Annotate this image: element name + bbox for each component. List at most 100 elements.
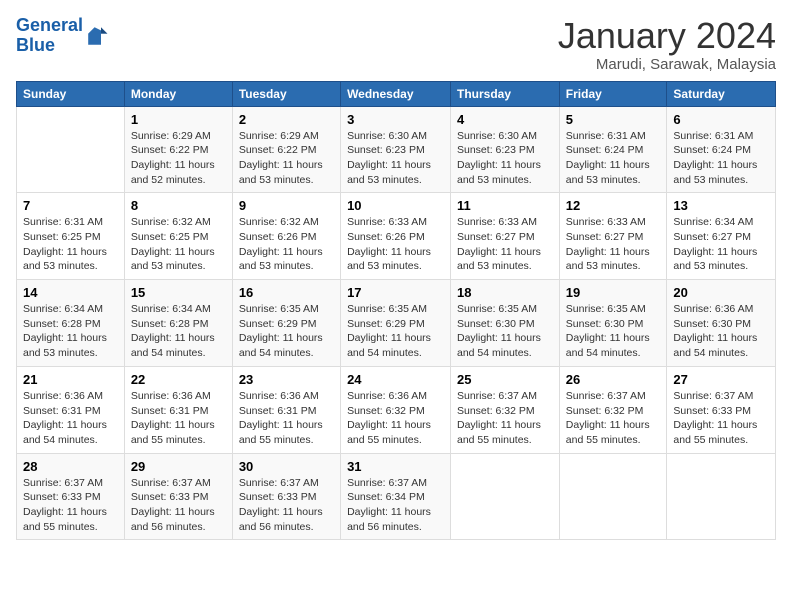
day-number: 12	[566, 198, 661, 213]
cell-info: Sunrise: 6:36 AM Sunset: 6:31 PM Dayligh…	[23, 389, 118, 448]
day-number: 8	[131, 198, 226, 213]
cell-info: Sunrise: 6:37 AM Sunset: 6:33 PM Dayligh…	[131, 476, 226, 535]
calendar-cell: 25Sunrise: 6:37 AM Sunset: 6:32 PM Dayli…	[451, 366, 560, 453]
weekday-header-row: SundayMondayTuesdayWednesdayThursdayFrid…	[17, 81, 776, 106]
cell-info: Sunrise: 6:30 AM Sunset: 6:23 PM Dayligh…	[457, 129, 553, 188]
day-number: 27	[673, 372, 769, 387]
calendar-cell	[17, 106, 125, 193]
logo-text: GeneralBlue	[16, 16, 83, 56]
calendar-week-row: 1Sunrise: 6:29 AM Sunset: 6:22 PM Daylig…	[17, 106, 776, 193]
day-number: 10	[347, 198, 444, 213]
calendar-cell: 26 Sunrise: 6:37 AM Sunset: 6:32 PM Dayli…	[559, 366, 667, 453]
calendar-cell	[559, 453, 667, 540]
cell-info: Sunrise: 6:34 AM Sunset: 6:28 PM Dayligh…	[131, 302, 226, 361]
day-number: 31	[347, 459, 444, 474]
day-number: 5	[566, 112, 661, 127]
day-number: 25	[457, 372, 553, 387]
cell-info: Sunrise: 6:29 AM Sunset: 6:22 PM Dayligh…	[239, 129, 334, 188]
calendar-cell: 4 Sunrise: 6:30 AM Sunset: 6:23 PM Daylig…	[451, 106, 560, 193]
calendar-cell: 15Sunrise: 6:34 AM Sunset: 6:28 PM Dayli…	[124, 280, 232, 367]
day-number: 4	[457, 112, 553, 127]
calendar-cell: 1Sunrise: 6:29 AM Sunset: 6:22 PM Daylig…	[124, 106, 232, 193]
day-number: 30	[239, 459, 334, 474]
day-number: 3	[347, 112, 444, 127]
cell-info: Sunrise: 6:36 AM Sunset: 6:31 PM Dayligh…	[131, 389, 226, 448]
logo-icon	[85, 24, 109, 48]
cell-info: Sunrise: 6:33 AM Sunset: 6:27 PM Dayligh…	[566, 215, 661, 274]
cell-info: Sunrise: 6:29 AM Sunset: 6:22 PM Dayligh…	[131, 129, 226, 188]
cell-info: Sunrise: 6:37 AM Sunset: 6:33 PM Dayligh…	[23, 476, 118, 535]
calendar-cell: 2 Sunrise: 6:29 AM Sunset: 6:22 PM Daylig…	[232, 106, 340, 193]
day-number: 19	[566, 285, 661, 300]
weekday-header: Saturday	[667, 81, 776, 106]
calendar-cell: 9 Sunrise: 6:32 AM Sunset: 6:26 PM Daylig…	[232, 193, 340, 280]
day-number: 11	[457, 198, 553, 213]
cell-info: Sunrise: 6:32 AM Sunset: 6:26 PM Dayligh…	[239, 215, 334, 274]
day-number: 2	[239, 112, 334, 127]
calendar-cell: 17Sunrise: 6:35 AM Sunset: 6:29 PM Dayli…	[341, 280, 451, 367]
cell-info: Sunrise: 6:33 AM Sunset: 6:26 PM Dayligh…	[347, 215, 444, 274]
calendar-week-row: 21 Sunrise: 6:36 AM Sunset: 6:31 PM Dayli…	[17, 366, 776, 453]
calendar-week-row: 28 Sunrise: 6:37 AM Sunset: 6:33 PM Dayli…	[17, 453, 776, 540]
day-number: 13	[673, 198, 769, 213]
calendar-cell: 7 Sunrise: 6:31 AM Sunset: 6:25 PM Daylig…	[17, 193, 125, 280]
calendar-cell: 12 Sunrise: 6:33 AM Sunset: 6:27 PM Dayli…	[559, 193, 667, 280]
cell-info: Sunrise: 6:36 AM Sunset: 6:31 PM Dayligh…	[239, 389, 334, 448]
day-number: 21	[23, 372, 118, 387]
day-number: 7	[23, 198, 118, 213]
cell-info: Sunrise: 6:31 AM Sunset: 6:24 PM Dayligh…	[566, 129, 661, 188]
location-subtitle: Marudi, Sarawak, Malaysia	[558, 56, 776, 73]
calendar-cell: 6 Sunrise: 6:31 AM Sunset: 6:24 PM Daylig…	[667, 106, 776, 193]
cell-info: Sunrise: 6:33 AM Sunset: 6:27 PM Dayligh…	[457, 215, 553, 274]
day-number: 22	[131, 372, 226, 387]
cell-info: Sunrise: 6:31 AM Sunset: 6:24 PM Dayligh…	[673, 129, 769, 188]
day-number: 18	[457, 285, 553, 300]
cell-info: Sunrise: 6:36 AM Sunset: 6:32 PM Dayligh…	[347, 389, 444, 448]
calendar-cell: 18Sunrise: 6:35 AM Sunset: 6:30 PM Dayli…	[451, 280, 560, 367]
calendar-cell: 28 Sunrise: 6:37 AM Sunset: 6:33 PM Dayli…	[17, 453, 125, 540]
calendar-table: SundayMondayTuesdayWednesdayThursdayFrid…	[16, 81, 776, 541]
day-number: 14	[23, 285, 118, 300]
cell-info: Sunrise: 6:34 AM Sunset: 6:28 PM Dayligh…	[23, 302, 118, 361]
page-header: GeneralBlue January 2024 Marudi, Sarawak…	[16, 16, 776, 73]
month-title: January 2024	[558, 16, 776, 56]
day-number: 23	[239, 372, 334, 387]
cell-info: Sunrise: 6:37 AM Sunset: 6:32 PM Dayligh…	[566, 389, 661, 448]
calendar-cell: 29Sunrise: 6:37 AM Sunset: 6:33 PM Dayli…	[124, 453, 232, 540]
cell-info: Sunrise: 6:30 AM Sunset: 6:23 PM Dayligh…	[347, 129, 444, 188]
calendar-cell: 19Sunrise: 6:35 AM Sunset: 6:30 PM Dayli…	[559, 280, 667, 367]
cell-info: Sunrise: 6:36 AM Sunset: 6:30 PM Dayligh…	[673, 302, 769, 361]
calendar-cell: 31Sunrise: 6:37 AM Sunset: 6:34 PM Dayli…	[341, 453, 451, 540]
day-number: 24	[347, 372, 444, 387]
calendar-cell: 13 Sunrise: 6:34 AM Sunset: 6:27 PM Dayli…	[667, 193, 776, 280]
calendar-cell: 20Sunrise: 6:36 AM Sunset: 6:30 PM Dayli…	[667, 280, 776, 367]
cell-info: Sunrise: 6:35 AM Sunset: 6:29 PM Dayligh…	[239, 302, 334, 361]
day-number: 28	[23, 459, 118, 474]
cell-info: Sunrise: 6:34 AM Sunset: 6:27 PM Dayligh…	[673, 215, 769, 274]
weekday-header: Wednesday	[341, 81, 451, 106]
weekday-header: Tuesday	[232, 81, 340, 106]
calendar-cell: 27Sunrise: 6:37 AM Sunset: 6:33 PM Dayli…	[667, 366, 776, 453]
day-number: 9	[239, 198, 334, 213]
day-number: 6	[673, 112, 769, 127]
calendar-cell	[451, 453, 560, 540]
calendar-cell: 14 Sunrise: 6:34 AM Sunset: 6:28 PM Dayli…	[17, 280, 125, 367]
logo: GeneralBlue	[16, 16, 109, 56]
day-number: 26	[566, 372, 661, 387]
weekday-header: Friday	[559, 81, 667, 106]
calendar-cell: 16 Sunrise: 6:35 AM Sunset: 6:29 PM Dayli…	[232, 280, 340, 367]
calendar-cell: 23 Sunrise: 6:36 AM Sunset: 6:31 PM Dayli…	[232, 366, 340, 453]
calendar-cell: 22 Sunrise: 6:36 AM Sunset: 6:31 PM Dayli…	[124, 366, 232, 453]
calendar-cell: 24 Sunrise: 6:36 AM Sunset: 6:32 PM Dayli…	[341, 366, 451, 453]
day-number: 16	[239, 285, 334, 300]
cell-info: Sunrise: 6:37 AM Sunset: 6:33 PM Dayligh…	[239, 476, 334, 535]
calendar-cell: 10 Sunrise: 6:33 AM Sunset: 6:26 PM Dayli…	[341, 193, 451, 280]
weekday-header: Thursday	[451, 81, 560, 106]
weekday-header: Monday	[124, 81, 232, 106]
cell-info: Sunrise: 6:31 AM Sunset: 6:25 PM Dayligh…	[23, 215, 118, 274]
cell-info: Sunrise: 6:32 AM Sunset: 6:25 PM Dayligh…	[131, 215, 226, 274]
calendar-cell: 5 Sunrise: 6:31 AM Sunset: 6:24 PM Daylig…	[559, 106, 667, 193]
calendar-cell: 3 Sunrise: 6:30 AM Sunset: 6:23 PM Daylig…	[341, 106, 451, 193]
calendar-week-row: 7 Sunrise: 6:31 AM Sunset: 6:25 PM Daylig…	[17, 193, 776, 280]
calendar-week-row: 14 Sunrise: 6:34 AM Sunset: 6:28 PM Dayli…	[17, 280, 776, 367]
